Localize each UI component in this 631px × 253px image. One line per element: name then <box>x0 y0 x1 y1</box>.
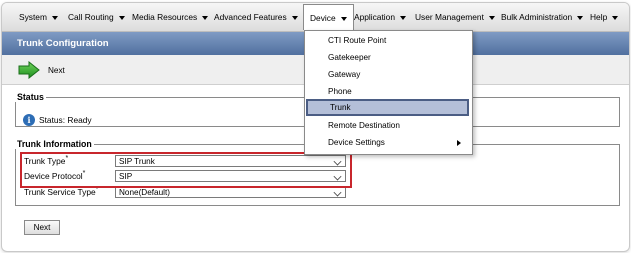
info-icon: i <box>23 114 35 126</box>
label-text: Trunk Service Type <box>24 186 96 197</box>
selected-value: None(Default) <box>119 188 170 197</box>
chevron-down-icon <box>577 15 584 20</box>
menu-label: System <box>19 12 47 22</box>
menu-help[interactable]: Help <box>590 3 619 31</box>
toolbar-next-label: Next <box>48 65 65 75</box>
menu-item-gateway[interactable]: Gateway <box>306 66 469 83</box>
chevron-down-icon <box>488 15 495 20</box>
chevron-down-icon <box>333 188 342 197</box>
device-dropdown-menu: CTI Route Point Gatekeeper Gateway Phone… <box>304 30 473 155</box>
menu-label: User Management <box>415 12 484 22</box>
page-title: Trunk Configuration <box>17 38 109 49</box>
menu-item-trunk[interactable]: Trunk <box>306 99 469 116</box>
toolbar-next-button[interactable]: Next <box>18 60 65 80</box>
menu-call-routing[interactable]: Call Routing <box>68 3 125 31</box>
status-line: i Status: Ready <box>23 114 92 126</box>
menu-label: Advanced Features <box>214 12 287 22</box>
menu-item-cti-route-point[interactable]: CTI Route Point <box>306 32 469 49</box>
menu-label: Device <box>310 13 336 23</box>
menu-label: Help <box>590 12 608 22</box>
menu-item-gatekeeper[interactable]: Gatekeeper <box>306 49 469 66</box>
menu-item-remote-destination[interactable]: Remote Destination <box>306 117 469 134</box>
menu-advanced-features[interactable]: Advanced Features <box>214 3 298 31</box>
menu-media-resources[interactable]: Media Resources <box>132 3 209 31</box>
chevron-down-icon <box>612 15 619 20</box>
menu-user-management[interactable]: User Management <box>415 3 495 31</box>
chevron-down-icon <box>399 15 406 20</box>
menu-bulk-administration[interactable]: Bulk Administration <box>501 3 584 31</box>
menu-label: Application <box>354 12 395 22</box>
app-window: System Call Routing Media Resources Adva… <box>1 2 630 252</box>
chevron-down-icon <box>291 15 298 20</box>
menu-device[interactable]: Device <box>303 4 354 30</box>
chevron-down-icon <box>118 15 125 20</box>
menu-system[interactable]: System <box>19 3 58 31</box>
menu-bar: System Call Routing Media Resources Adva… <box>2 3 629 32</box>
trunk-information-legend: Trunk Information <box>17 139 92 149</box>
status-text: Status: Ready <box>39 115 92 125</box>
next-arrow-icon <box>18 61 40 79</box>
chevron-down-icon <box>51 15 58 20</box>
next-button[interactable]: Next <box>24 220 60 235</box>
menu-label: Call Routing <box>68 12 114 22</box>
chevron-down-icon <box>202 15 209 20</box>
menu-item-device-settings[interactable]: Device Settings <box>306 134 469 151</box>
menu-label: Bulk Administration <box>501 12 573 22</box>
status-legend: Status <box>17 92 44 102</box>
menu-application[interactable]: Application <box>354 3 406 31</box>
menu-label: Media Resources <box>132 12 198 22</box>
chevron-down-icon <box>340 16 347 21</box>
chevron-right-icon <box>457 140 461 146</box>
menu-item-label: Device Settings <box>328 138 385 147</box>
menu-item-phone[interactable]: Phone <box>306 83 469 100</box>
highlight-box <box>20 152 352 188</box>
